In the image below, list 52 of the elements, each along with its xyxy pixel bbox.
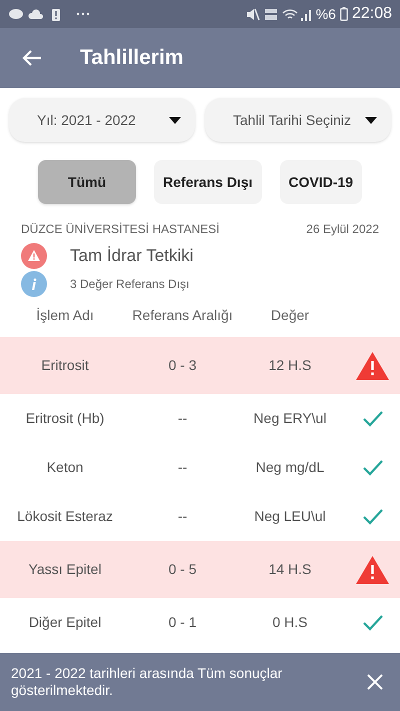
table-cell: Neg mg/dL: [256, 459, 324, 475]
table-cell: Eritrosit (Hb): [26, 410, 104, 426]
check-icon: [362, 410, 382, 426]
warning-icon: [21, 243, 47, 269]
table-cell: --: [178, 508, 188, 524]
column-header: Referans Aralığı: [132, 306, 233, 322]
check-icon: [362, 508, 382, 524]
more-icon: [76, 12, 90, 16]
screen-title: Tahlillerim: [80, 45, 184, 72]
clock-time: 22:08: [352, 4, 392, 24]
table-cell: 12 H.S: [268, 357, 312, 373]
table-cell: --: [178, 410, 188, 426]
dropdown[interactable]: Tahlil Tarihi Seçiniz: [205, 98, 391, 142]
table-cell: Neg LEU\ul: [254, 508, 326, 524]
table-cell: 0 - 5: [168, 561, 196, 577]
filter-tab[interactable]: Referans Dışı: [154, 160, 262, 204]
table-cell: Eritrosit: [41, 357, 89, 373]
signal-icon: [300, 8, 312, 20]
table-cell: Yassı Epitel: [28, 561, 102, 577]
filter-tab[interactable]: Tümü: [38, 160, 136, 204]
column-header: İşlem Adı: [36, 306, 94, 322]
table-cell: Lökosit Esteraz: [17, 508, 113, 524]
filter-tab[interactable]: COVID-19: [280, 160, 362, 204]
warning-icon: [356, 352, 389, 380]
test-title: Tam İdrar Tetkiki: [70, 245, 194, 268]
table-cell: Neg ERY\ul: [254, 410, 326, 426]
caret-icon: [169, 116, 181, 124]
snackbar-message: 2021 - 2022 tarihleri arasında Tüm sonuçlar gösterilmektedir.: [11, 665, 284, 699]
battery-percent: %6: [316, 4, 336, 24]
close-button[interactable]: [366, 673, 384, 691]
battery-alert-icon: [52, 8, 60, 20]
report-date: 26 Eylül 2022: [306, 221, 379, 238]
hospital-name: DÜZCE ÜNİVERSİTESİ HASTANESİ: [21, 221, 220, 238]
table-cell: 0 H.S: [272, 614, 308, 630]
warning-icon: [356, 556, 389, 584]
table-cell: 0 - 3: [168, 357, 196, 373]
mute-icon: [246, 8, 260, 20]
table-cell: --: [178, 459, 188, 475]
check-icon: [362, 460, 382, 476]
info-icon: [21, 271, 47, 297]
table-cell: Diğer Epitel: [28, 614, 102, 630]
table-cell: 0 - 1: [168, 614, 196, 630]
table-cell: Keton: [46, 459, 84, 475]
check-icon: [362, 614, 382, 630]
column-header: Değer: [270, 306, 310, 322]
cloud-icon: [28, 9, 44, 19]
caret-icon: [365, 116, 377, 124]
battery-icon: [340, 7, 348, 21]
wifi-icon: [282, 8, 298, 20]
table-cell: 14 H.S: [268, 561, 312, 577]
out-of-range-summary: 3 Değer Referans Dışı: [70, 276, 190, 293]
dropdown[interactable]: Yıl: 2021 - 2022: [9, 98, 195, 142]
